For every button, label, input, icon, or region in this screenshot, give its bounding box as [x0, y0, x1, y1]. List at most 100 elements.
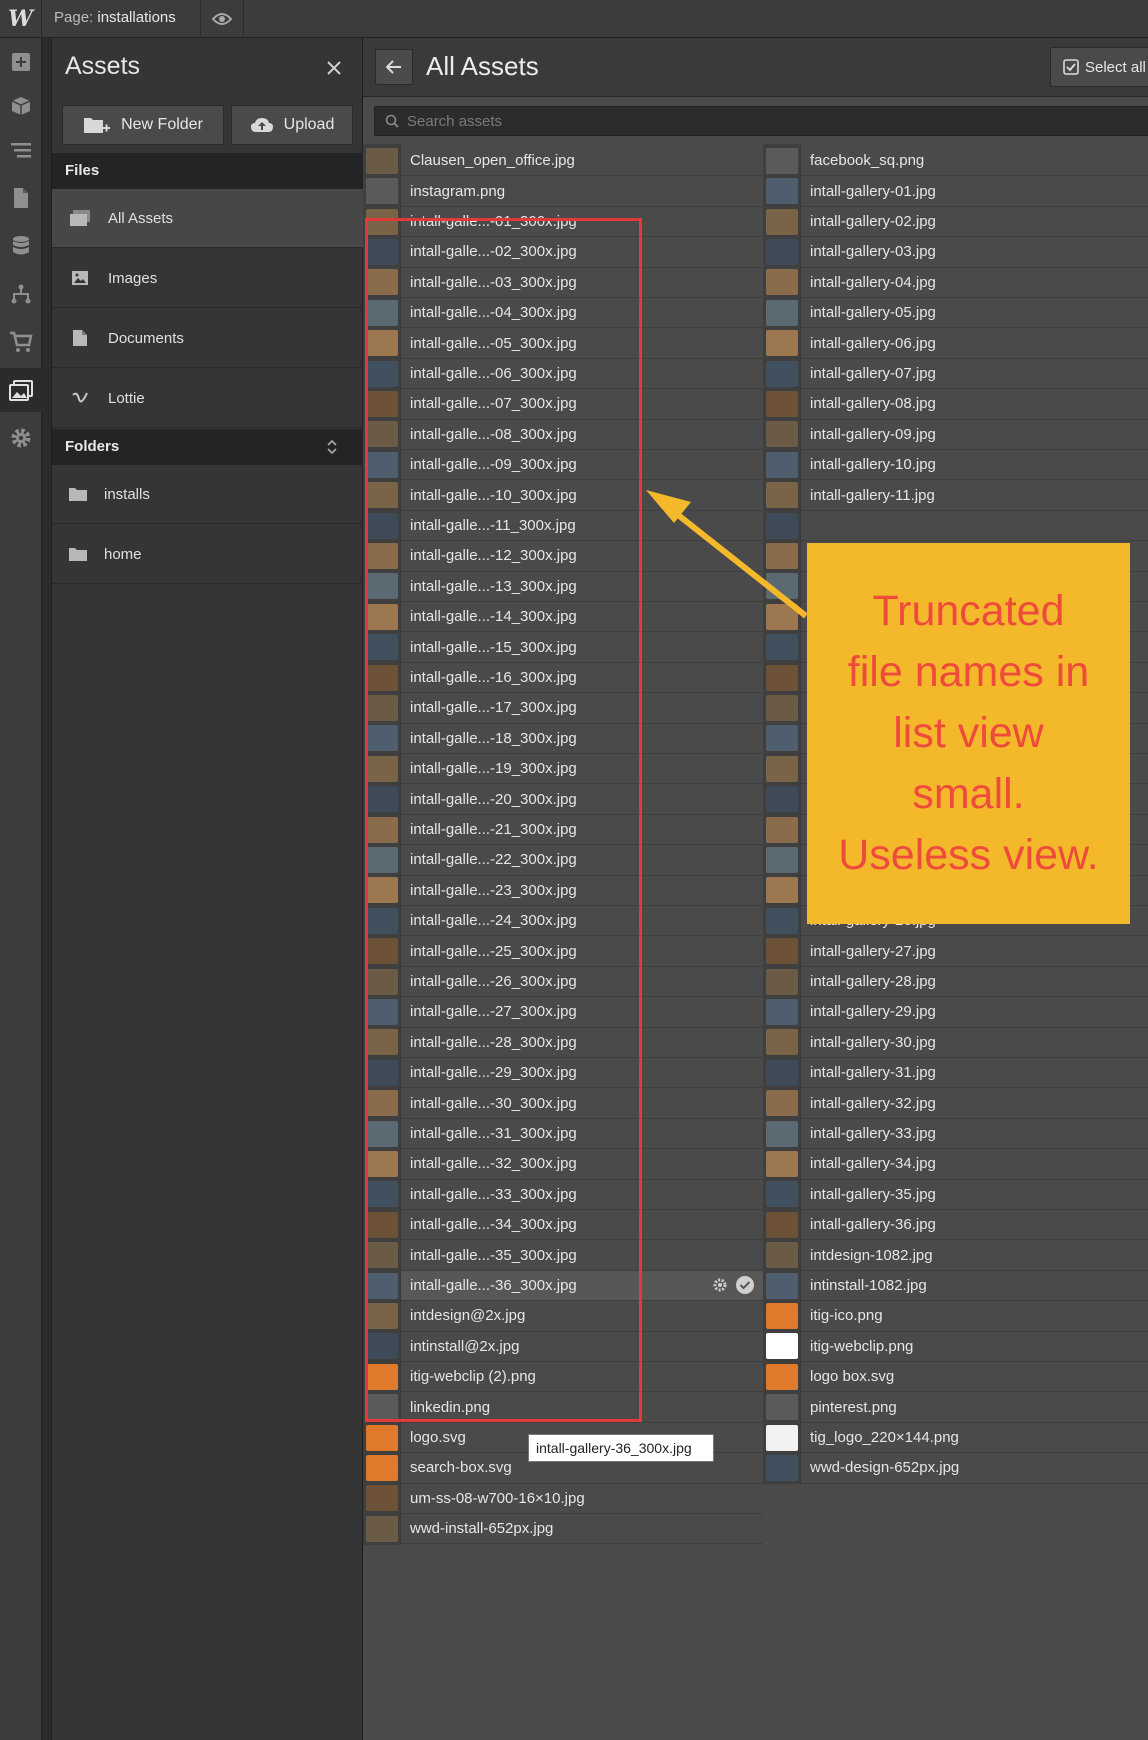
asset-row[interactable]: intall-galle...-27_300x.jpg [363, 995, 763, 1029]
asset-row[interactable]: intall-galle...-22_300x.jpg [363, 843, 763, 877]
asset-row[interactable]: wwd-design-652px.jpg [763, 1451, 1148, 1485]
sort-icon[interactable] [326, 439, 338, 455]
asset-row[interactable]: intall-gallery-30.jpg [763, 1025, 1148, 1059]
asset-row[interactable]: intall-gallery-27.jpg [763, 934, 1148, 968]
asset-row[interactable]: intall-gallery-28.jpg [763, 965, 1148, 998]
webflow-logo[interactable]: W [0, 0, 42, 38]
asset-row[interactable]: intall-galle...-31_300x.jpg [363, 1117, 763, 1150]
settings-button[interactable] [0, 416, 42, 460]
asset-row[interactable]: intall-galle...-35_300x.jpg [363, 1238, 763, 1272]
pages-button[interactable] [0, 176, 42, 220]
select-all-button[interactable]: Select all [1050, 47, 1148, 87]
asset-row[interactable]: intall-gallery-04.jpg [763, 265, 1148, 299]
asset-row[interactable]: intall-gallery-05.jpg [763, 296, 1148, 330]
asset-row[interactable]: itig-webclip (2).png [363, 1360, 763, 1394]
asset-row[interactable]: tig_logo_220×144.png [763, 1421, 1148, 1454]
back-button[interactable] [375, 49, 413, 85]
folder-home[interactable]: home [52, 525, 364, 584]
asset-row[interactable]: intall-galle...-33_300x.jpg [363, 1177, 763, 1211]
asset-row[interactable]: logo box.svg [763, 1360, 1148, 1394]
asset-row[interactable]: intall-gallery-31.jpg [763, 1056, 1148, 1090]
components-button[interactable] [0, 84, 42, 128]
asset-row[interactable]: itig-ico.png [763, 1299, 1148, 1333]
asset-row[interactable]: intall-galle...-01_300x.jpg [363, 205, 763, 238]
asset-row[interactable]: instagram.png [363, 174, 763, 208]
asset-row[interactable]: intall-gallery-35.jpg [763, 1177, 1148, 1211]
asset-row[interactable]: intall-galle...-12_300x.jpg [363, 539, 763, 573]
asset-row[interactable]: intinstall@2x.jpg [363, 1329, 763, 1363]
asset-row[interactable]: intall-galle...-36_300x.jpg [363, 1269, 763, 1302]
upload-button[interactable]: Upload [231, 105, 353, 145]
asset-row[interactable]: intall-gallery-06.jpg [763, 326, 1148, 360]
nav-images[interactable]: Images [52, 249, 364, 308]
search-input[interactable] [407, 112, 1107, 130]
asset-row[interactable]: intall-galle...-30_300x.jpg [363, 1086, 763, 1120]
new-folder-button[interactable]: New Folder [62, 105, 224, 145]
asset-row[interactable]: itig-webclip.png [763, 1329, 1148, 1363]
folder-installs[interactable]: installs [52, 465, 364, 524]
asset-row[interactable]: intdesign@2x.jpg [363, 1299, 763, 1333]
search-bar[interactable] [374, 106, 1148, 136]
asset-row[interactable]: intall-galle...-04_300x.jpg [363, 296, 763, 330]
asset-row[interactable]: intall-gallery-11.jpg [763, 478, 1148, 512]
asset-row[interactable]: intall-gallery-34.jpg [763, 1147, 1148, 1181]
asset-row[interactable]: intall-galle...-32_300x.jpg [363, 1147, 763, 1181]
asset-row[interactable]: intall-galle...-29_300x.jpg [363, 1056, 763, 1090]
asset-row[interactable]: pinterest.png [763, 1390, 1148, 1424]
asset-row[interactable]: intall-gallery-03.jpg [763, 235, 1148, 269]
asset-row[interactable]: intall-galle...-23_300x.jpg [363, 873, 763, 907]
preview-button[interactable] [200, 0, 244, 38]
asset-row[interactable]: intall-gallery-09.jpg [763, 417, 1148, 451]
asset-row[interactable]: wwd-install-652px.jpg [363, 1512, 763, 1546]
asset-row[interactable]: intall-gallery-36.jpg [763, 1208, 1148, 1242]
asset-row[interactable]: intall-galle...-20_300x.jpg [363, 782, 763, 816]
asset-row[interactable]: intall-galle...-06_300x.jpg [363, 357, 763, 390]
page-selector[interactable]: Page: installations [54, 9, 176, 26]
asset-row[interactable]: intall-galle...-16_300x.jpg [363, 661, 763, 694]
asset-row[interactable] [763, 509, 1148, 542]
cms-button[interactable] [0, 224, 42, 268]
asset-row[interactable]: intall-galle...-07_300x.jpg [363, 387, 763, 421]
asset-row[interactable]: intall-galle...-28_300x.jpg [363, 1025, 763, 1059]
asset-row[interactable]: intall-galle...-18_300x.jpg [363, 721, 763, 755]
nav-all-assets[interactable]: All Assets [52, 189, 364, 248]
asset-row[interactable]: intinstall-1082.jpg [763, 1269, 1148, 1302]
asset-row[interactable]: intall-galle...-15_300x.jpg [363, 630, 763, 664]
asset-row[interactable]: um-ss-08-w700-16×10.jpg [363, 1481, 763, 1515]
asset-row[interactable]: intall-gallery-07.jpg [763, 357, 1148, 390]
nav-documents[interactable]: Documents [52, 309, 364, 368]
asset-row[interactable]: intall-galle...-26_300x.jpg [363, 965, 763, 998]
asset-row[interactable]: intall-galle...-03_300x.jpg [363, 265, 763, 299]
gear-icon[interactable] [713, 1278, 727, 1292]
asset-row[interactable]: intall-galle...-24_300x.jpg [363, 904, 763, 938]
asset-row[interactable]: intall-galle...-19_300x.jpg [363, 752, 763, 786]
check-circle-icon[interactable] [735, 1275, 755, 1295]
close-button[interactable] [322, 56, 346, 80]
asset-row[interactable]: intall-gallery-01.jpg [763, 174, 1148, 208]
asset-row[interactable]: intall-galle...-13_300x.jpg [363, 569, 763, 603]
asset-row[interactable]: linkedin.png [363, 1390, 763, 1424]
asset-row[interactable]: intall-gallery-10.jpg [763, 448, 1148, 482]
navigator-button[interactable] [0, 128, 42, 172]
asset-row[interactable]: intall-galle...-34_300x.jpg [363, 1208, 763, 1242]
asset-row[interactable]: intall-galle...-17_300x.jpg [363, 691, 763, 725]
asset-row[interactable]: intall-gallery-02.jpg [763, 205, 1148, 238]
asset-row[interactable]: facebook_sq.png [763, 144, 1148, 178]
assets-button[interactable] [0, 368, 42, 412]
asset-row[interactable]: intall-galle...-02_300x.jpg [363, 235, 763, 269]
asset-row[interactable]: intall-galle...-25_300x.jpg [363, 934, 763, 968]
asset-row[interactable]: intall-gallery-33.jpg [763, 1117, 1148, 1150]
asset-row[interactable]: intall-galle...-14_300x.jpg [363, 600, 763, 634]
add-button[interactable] [0, 40, 42, 84]
asset-row[interactable]: intdesign-1082.jpg [763, 1238, 1148, 1272]
ecommerce-button[interactable] [0, 320, 42, 364]
asset-row[interactable]: intall-galle...-09_300x.jpg [363, 448, 763, 482]
asset-row[interactable]: intall-galle...-08_300x.jpg [363, 417, 763, 451]
nav-lottie[interactable]: Lottie [52, 369, 364, 428]
asset-row[interactable]: intall-galle...-05_300x.jpg [363, 326, 763, 360]
asset-row[interactable]: intall-galle...-21_300x.jpg [363, 813, 763, 846]
asset-row[interactable]: intall-gallery-29.jpg [763, 995, 1148, 1029]
logic-button[interactable] [0, 272, 42, 316]
asset-row[interactable]: Clausen_open_office.jpg [363, 144, 763, 178]
asset-row[interactable]: intall-galle...-10_300x.jpg [363, 478, 763, 512]
